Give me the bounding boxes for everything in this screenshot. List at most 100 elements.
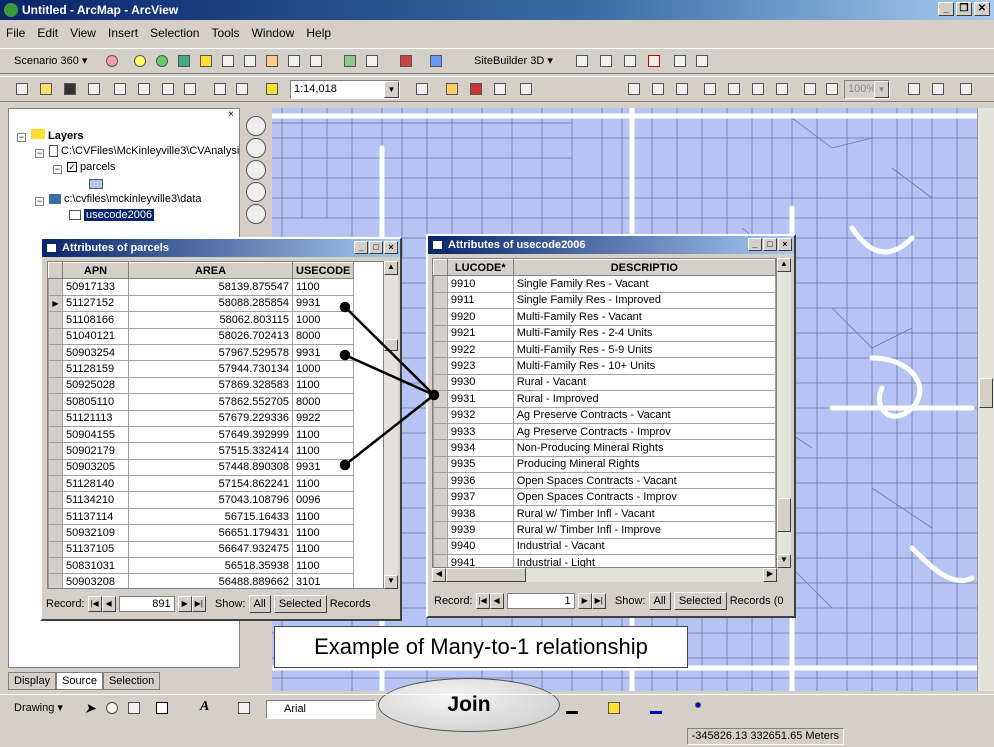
row-selector[interactable] [48, 442, 63, 460]
table-cell[interactable]: 57967.529578 [128, 343, 293, 362]
menu-help[interactable]: Help [306, 26, 331, 40]
table-row[interactable]: 9935 Producing Mineral Rights [433, 455, 776, 474]
table-cell[interactable]: Multi-Family Res - 5-9 Units [512, 340, 776, 359]
menu-selection[interactable]: Selection [150, 26, 199, 40]
row-selector[interactable] [433, 439, 448, 457]
table-row[interactable]: 50917133 58139.875547 1100 [48, 278, 355, 296]
table-cell[interactable]: Producing Mineral Rights [512, 455, 776, 474]
row-selector[interactable] [433, 308, 448, 326]
table-cell[interactable]: Open Spaces Contracts - Improv [512, 488, 776, 506]
font-color-icon[interactable] [562, 699, 582, 717]
table-cell[interactable]: 50917133 [62, 278, 129, 296]
row-selector[interactable]: ▶ [48, 294, 63, 313]
table-row[interactable]: 50932109 56651.179431 1100 [48, 524, 355, 542]
table-cell[interactable]: 58062.803115 [128, 311, 293, 329]
parcels-scroll-thumb[interactable] [384, 339, 398, 351]
toc-path1[interactable]: C:\CVFiles\McKinleyville3\CVAnalysi [49, 145, 239, 158]
table-cell[interactable]: 8000 [291, 327, 355, 345]
layout-zoom-out-icon[interactable] [648, 80, 668, 98]
row-selector[interactable] [433, 373, 448, 392]
table-cell[interactable]: 9941 [446, 554, 514, 567]
close-icon[interactable]: × [225, 109, 237, 121]
table-row[interactable]: 51040121 58026.702413 8000 [48, 327, 355, 345]
table-row[interactable]: 51134210 57043.108796 0096 [48, 491, 355, 509]
table-row[interactable]: 51128159 57944.730134 1000 [48, 360, 355, 378]
table-cell[interactable]: 57869.328583 [128, 376, 293, 395]
table-cell[interactable]: 1100 [291, 540, 355, 559]
table-row[interactable]: 50904155 57649.392999 1100 [48, 425, 355, 444]
row-selector[interactable] [48, 327, 63, 345]
row-selector[interactable] [48, 311, 63, 329]
table-row[interactable]: 9933 Ag Preserve Contracts - Improv [433, 422, 776, 441]
table-cell[interactable]: 57862.552705 [128, 393, 293, 411]
forward-extent-icon[interactable] [822, 80, 842, 98]
usecode-vertical-scrollbar[interactable]: ▲ ▼ [777, 258, 791, 568]
add-data-icon[interactable] [262, 80, 282, 98]
row-selector[interactable] [48, 524, 63, 542]
table-cell[interactable]: 50903254 [62, 343, 129, 362]
copy-icon[interactable] [134, 80, 154, 98]
table-row[interactable]: 50903254 57967.529578 9931 [48, 343, 355, 362]
table-row[interactable]: 9922 Multi-Family Res - 5-9 Units [433, 340, 776, 359]
row-selector[interactable] [48, 557, 63, 575]
scroll-right-icon[interactable]: ▶ [763, 568, 777, 582]
table-cell[interactable]: 1000 [291, 360, 355, 378]
column-header-lucode[interactable]: LUCODE* [446, 259, 514, 277]
menu-view[interactable]: View [70, 26, 96, 40]
zoom-in-icon[interactable] [246, 116, 266, 136]
row-selector[interactable] [48, 343, 63, 362]
table-cell[interactable]: 9934 [446, 439, 514, 457]
layout-zoom-in-icon[interactable] [624, 80, 644, 98]
table-cell[interactable]: 9920 [446, 308, 514, 326]
table-cell[interactable]: Multi-Family Res - 10+ Units [512, 357, 776, 375]
table-cell[interactable]: 9931 [291, 294, 355, 313]
warning-icon[interactable] [196, 52, 216, 70]
row-selector[interactable] [48, 425, 63, 444]
redo-icon[interactable] [232, 80, 252, 98]
column-header-area[interactable]: AREA [128, 262, 293, 280]
first-record-icon[interactable]: |◀ [87, 596, 102, 613]
table-row[interactable]: 9911 Single Family Res - Improved [433, 291, 776, 310]
table-row[interactable]: 50925028 57869.328583 1100 [48, 376, 355, 395]
table-row[interactable]: 9939 Rural w/ Timber Infl - Improve [433, 521, 776, 539]
row-selector[interactable] [433, 488, 448, 506]
table-cell[interactable]: 9911 [446, 291, 514, 310]
collapse-path2-icon[interactable]: − [35, 197, 44, 206]
column-header-apn[interactable]: APN [62, 262, 129, 280]
row-selector[interactable] [433, 455, 448, 474]
table-cell[interactable]: 0096 [291, 491, 355, 509]
line-color-icon[interactable] [646, 699, 666, 717]
maximize-icon[interactable]: □ [763, 238, 777, 251]
scroll-down-icon[interactable]: ▼ [384, 575, 398, 589]
table-row[interactable]: 9921 Multi-Family Res - 2-4 Units [433, 324, 776, 342]
table-row[interactable]: 50903205 57448.890308 9931 [48, 458, 355, 477]
table-cell[interactable]: 9931 [291, 343, 355, 362]
scroll-left-icon[interactable]: ◀ [432, 568, 446, 582]
table-cell[interactable]: 9910 [446, 275, 514, 293]
row-selector[interactable] [433, 275, 448, 293]
table-cell[interactable]: 1100 [291, 278, 355, 296]
collapse-layers-icon[interactable]: − [17, 133, 26, 142]
table-cell[interactable]: 9922 [446, 340, 514, 359]
full-extent-icon[interactable] [246, 182, 266, 202]
table-cell[interactable]: 50925028 [62, 376, 129, 395]
table-cell[interactable]: 1100 [291, 557, 355, 575]
layout-zoom-dropdown[interactable]: 100% ▼ [844, 80, 890, 99]
table-cell[interactable]: 9922 [291, 409, 355, 427]
new-icon[interactable] [12, 80, 32, 98]
table-cell[interactable]: 1000 [291, 311, 355, 329]
table-cell[interactable]: 57944.730134 [128, 360, 293, 378]
scenario-360-icon[interactable] [102, 52, 122, 70]
row-selector[interactable] [433, 554, 448, 567]
focus-frame-icon[interactable] [928, 80, 948, 98]
table-row[interactable]: 50831031 56518.35938 1100 [48, 557, 355, 575]
marker-color-icon[interactable] [688, 699, 708, 717]
toc-layer-parcels[interactable]: ✓ parcels [67, 161, 115, 173]
next-record-icon[interactable]: ▶ [177, 596, 192, 613]
table-cell[interactable]: Non-Producing Mineral Rights [512, 439, 776, 457]
row-selector[interactable] [433, 357, 448, 375]
frame-icon[interactable] [620, 52, 640, 70]
table-cell[interactable]: 51128159 [62, 360, 129, 378]
map-scale-dropdown[interactable]: 1:14,018 ▼ [290, 80, 400, 99]
row-selector[interactable] [48, 507, 63, 526]
